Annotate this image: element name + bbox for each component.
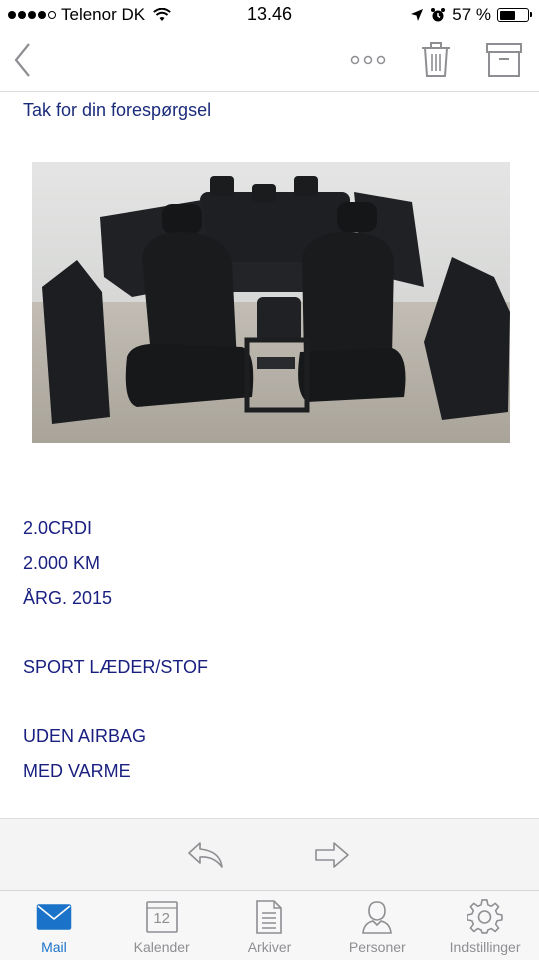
person-icon [358,899,396,935]
trash-button[interactable] [418,40,454,80]
message-line-engine: 2.0CRDI [23,518,93,538]
tab-calendar-label: Kalender [133,939,190,955]
mail-icon [35,899,73,935]
reply-arrow-icon [188,842,223,868]
tab-mail[interactable]: Mail [0,891,108,960]
calendar-day: 12 [153,910,171,927]
tab-people-label: Personer [348,939,406,955]
trash-icon [422,42,450,77]
tab-settings-label: Indstillinger [449,939,521,955]
tab-archive[interactable]: Arkiver [216,891,324,960]
alarm-clock-icon [431,8,446,22]
more-button[interactable] [346,50,390,70]
message-line-mileage: 2.000 KM [23,553,101,573]
document-icon [250,899,288,935]
tab-calendar[interactable]: 12 Kalender [108,891,216,960]
tab-settings[interactable]: Indstillinger [431,891,539,960]
tab-people[interactable]: Personer [323,891,431,960]
more-dots-icon [350,55,386,65]
forward-arrow-icon [315,842,349,868]
nav-bar [0,30,539,92]
message-subject: Tak for din forespørgsel [23,100,212,120]
tab-bar: Mail 12 Kalender Arkiver Personer Indsti… [0,890,539,960]
back-button[interactable] [10,40,40,80]
car-seats-image [32,162,510,443]
calendar-icon: 12 [143,899,181,935]
status-bar: Telenor DK 13.46 57 % [0,0,539,30]
reply-bar [0,818,539,890]
message-line-year: ÅRG. 2015 [23,588,113,608]
battery-percent: 57 % [452,5,491,24]
message-content: Tak for din forespørgsel 2.0CRDI 2.000 K… [0,92,539,818]
location-arrow-icon [411,9,424,21]
forward-button[interactable] [312,839,352,871]
battery-icon [497,8,532,22]
battery-fill [499,10,515,20]
archive-button[interactable] [484,40,524,80]
chevron-left-icon [14,43,30,77]
archive-box-icon [486,43,522,77]
message-line-upholstery: SPORT LÆDER/STOF [23,657,209,677]
tab-archive-label: Arkiver [247,939,292,955]
reply-button[interactable] [186,839,226,871]
gear-icon [466,899,504,935]
message-line-airbag: UDEN AIRBAG [23,726,147,746]
status-right: 57 % [410,5,532,25]
message-line-heating: MED VARME [23,761,131,781]
tab-mail-label: Mail [41,939,67,955]
car-seats-photo[interactable] [32,162,510,443]
